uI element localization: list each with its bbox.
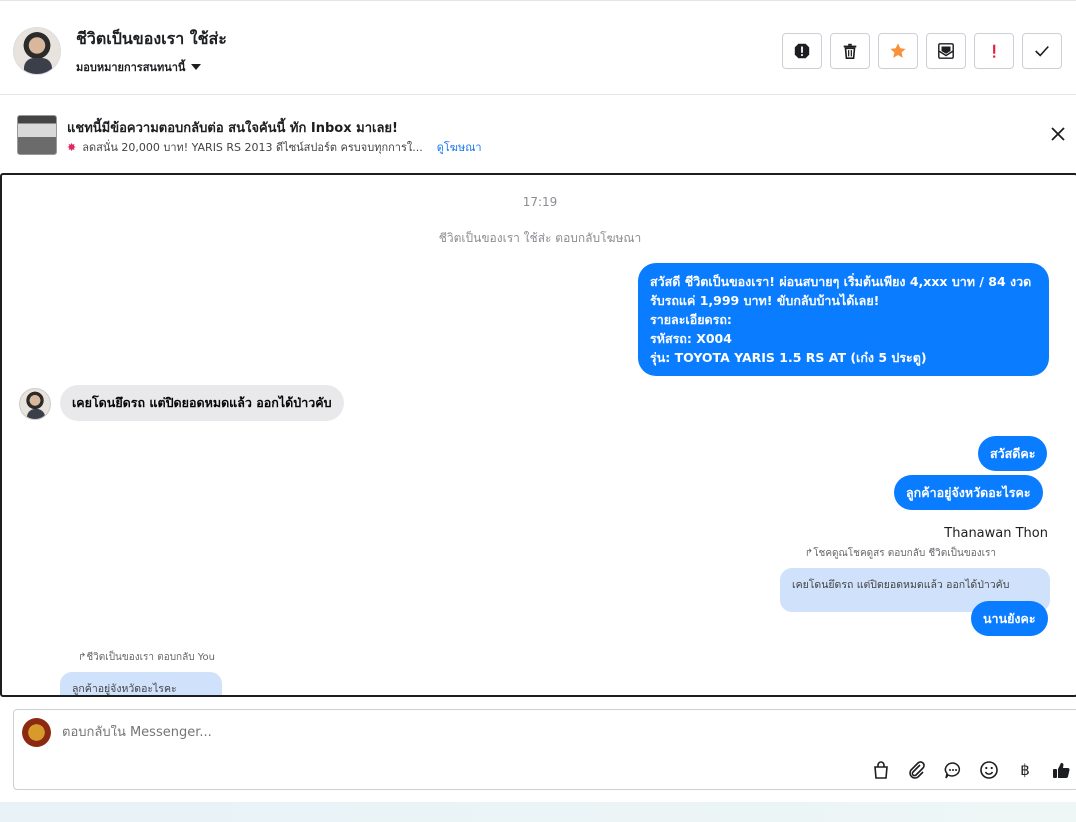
envelope-icon <box>938 43 954 59</box>
message-line: รายละเอียดรถ: <box>650 312 732 327</box>
reply-note: ↱โชคดูณโชคดูสร ตอบกลับ ชีวิตเป็นของเรา <box>804 548 996 559</box>
outgoing-message[interactable]: ลูกค้าอยู่จังหวัดอะไรคะ <box>894 475 1043 510</box>
sender-avatar[interactable] <box>19 388 51 420</box>
message-thread[interactable]: 17:19 ชีวิตเป็นของเรา ใช้ส่ะ ตอบกลับโฆษณ… <box>0 173 1076 697</box>
reply-note: ↱ชีวิตเป็นของเรา ตอบกลับ You <box>78 652 215 663</box>
burst-icon: ✸ <box>67 140 77 154</box>
spam-button[interactable] <box>974 33 1014 69</box>
bag-icon[interactable] <box>870 759 892 781</box>
view-ad-link[interactable]: ดูโฆษณา <box>437 138 482 156</box>
message-line: รับรถแค่ 1,999 บาท! ขับกลับบ้านได้เลย! <box>650 293 880 308</box>
ad-title: แชทนี้มีข้อความตอบกลับต่อ สนใจคันนี้ ทัก… <box>67 121 398 136</box>
mark-unread-button[interactable] <box>926 33 966 69</box>
timestamp: 17:19 <box>522 195 558 209</box>
paperclip-icon[interactable] <box>906 759 928 781</box>
done-button[interactable] <box>1022 33 1062 69</box>
star-icon <box>890 43 906 58</box>
thumbs-up-icon[interactable] <box>1050 759 1072 781</box>
contact-name[interactable]: ชีวิตเป็นของเรา ใช้ส่ะ <box>76 27 227 52</box>
assign-label: มอบหมายการสนทนานี้ <box>76 61 186 74</box>
ad-subtitle-row: ✸ ลดสนั่น 20,000 บาท! YARIS RS 2013 ดีไซ… <box>67 138 482 156</box>
caret-down-icon <box>191 64 202 70</box>
reply-note-text: ชีวิตเป็นของเรา ตอบกลับ You <box>86 652 215 663</box>
outgoing-message[interactable]: นานยังคะ <box>971 601 1048 636</box>
outgoing-message[interactable]: สวัสดี ชีวิตเป็นของเรา! ผ่อนสบายๆ เริ่มต… <box>638 263 1049 376</box>
incoming-message[interactable]: เคยโดนยึดรถ แต่ปิดยอดหมดแล้ว ออกได้ป่าวค… <box>60 385 344 421</box>
quoted-message[interactable]: ลูกค้าอยู่จังหวัดอะไรคะ <box>60 672 222 695</box>
message-input[interactable] <box>62 725 662 740</box>
star-button[interactable] <box>878 33 918 69</box>
reply-note-text: โชคดูณโชคดูสร ตอบกลับ ชีวิตเป็นของเรา <box>813 548 996 559</box>
message-line: รุ่น: TOYOTA YARIS 1.5 RS AT (เก๋ง 5 ประ… <box>650 350 927 365</box>
page-avatar <box>22 718 51 747</box>
trash-icon <box>843 43 857 60</box>
ad-subtitle: ลดสนั่น 20,000 บาท! YARIS RS 2013 ดีไซน์… <box>82 141 423 154</box>
assign-conversation-dropdown[interactable]: มอบหมายการสนทนานี้ <box>76 58 202 76</box>
reply-composer: ฿ <box>13 709 1076 790</box>
report-button[interactable] <box>782 33 822 69</box>
ad-thumbnail[interactable] <box>17 115 57 155</box>
sender-name: Thanawan Thon <box>944 526 1048 541</box>
checkmark-icon <box>1035 45 1049 57</box>
message-line: รหัสรถ: X004 <box>650 331 732 346</box>
page-footer-band <box>0 802 1076 822</box>
outgoing-message[interactable]: สวัสดีคะ <box>978 436 1048 471</box>
exclamation-icon <box>993 44 996 58</box>
emoji-icon[interactable] <box>978 759 1000 781</box>
ad-reply-note: ชีวิตเป็นของเรา ใช้ส่ะ ตอบกลับโฆษณา <box>438 231 642 245</box>
ad-context-banner: แชทนี้มีข้อความตอบกลับต่อ สนใจคันนี้ ทัก… <box>0 95 1076 173</box>
close-icon[interactable] <box>1049 125 1067 143</box>
exclamation-circle-icon <box>794 43 810 59</box>
message-line: สวัสดี ชีวิตเป็นของเรา! ผ่อนสบายๆ เริ่มต… <box>650 274 1032 289</box>
conversation-header: ชีวิตเป็นของเรา ใช้ส่ะ มอบหมายการสนทนานี… <box>0 0 1076 95</box>
delete-button[interactable] <box>830 33 870 69</box>
composer-tools: ฿ <box>870 759 1072 781</box>
header-actions <box>782 33 1062 69</box>
baht-icon[interactable]: ฿ <box>1014 759 1036 781</box>
contact-avatar[interactable] <box>13 27 61 75</box>
chat-bubble-icon[interactable] <box>942 759 964 781</box>
